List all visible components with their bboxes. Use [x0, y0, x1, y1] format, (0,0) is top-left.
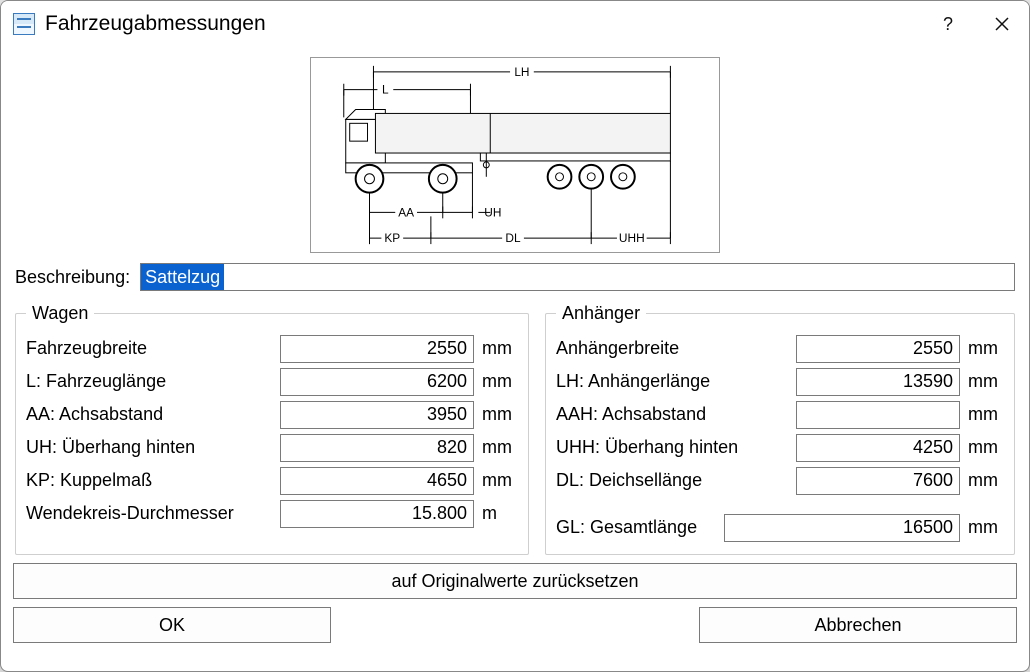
legend-anhaenger: Anhänger	[556, 303, 646, 324]
unit-aah: mm	[960, 404, 1004, 425]
unit-aa: mm	[474, 404, 518, 425]
description-label: Beschreibung:	[15, 267, 130, 288]
label-aah: AAH: Achsabstand	[556, 404, 796, 425]
button-row-spacer	[343, 607, 687, 643]
input-dl[interactable]	[796, 467, 960, 495]
svg-text:UHH: UHH	[619, 231, 645, 245]
label-aa: AA: Achsabstand	[26, 404, 280, 425]
group-anhaenger: Anhänger Anhängerbreite mm LH: Anhängerl…	[545, 303, 1015, 555]
svg-text:AA: AA	[398, 205, 414, 219]
diagram-row: LH LH L	[11, 53, 1019, 253]
cancel-button[interactable]: Abbrechen	[699, 607, 1017, 643]
input-anhaengerbreite[interactable]	[796, 335, 960, 363]
label-anhaengerbreite: Anhängerbreite	[556, 338, 796, 359]
label-gl: GL: Gesamtlänge	[556, 517, 724, 538]
input-uhh[interactable]	[796, 434, 960, 462]
unit-wendekreis: m	[474, 503, 518, 524]
description-input[interactable]	[140, 263, 1015, 291]
svg-text:L: L	[382, 83, 389, 97]
label-kp: KP: Kuppelmaß	[26, 470, 280, 491]
ok-button[interactable]: OK	[13, 607, 331, 643]
unit-uhh: mm	[960, 437, 1004, 458]
group-wagen: Wagen Fahrzeugbreite mm L: Fahrzeuglänge…	[15, 303, 529, 555]
app-icon	[13, 13, 35, 35]
description-row: Beschreibung: Sattelzug	[11, 257, 1019, 293]
input-wendekreis[interactable]	[280, 500, 474, 528]
unit-kp: mm	[474, 470, 518, 491]
label-uhh: UHH: Überhang hinten	[556, 437, 796, 458]
unit-gl: mm	[960, 517, 1004, 538]
label-fahrzeugbreite: Fahrzeugbreite	[26, 338, 280, 359]
help-button[interactable]: ?	[921, 5, 975, 43]
label-uh: UH: Überhang hinten	[26, 437, 280, 458]
close-button[interactable]	[975, 5, 1029, 43]
label-lh: LH: Anhängerlänge	[556, 371, 796, 392]
input-kp[interactable]	[280, 467, 474, 495]
svg-text:DL: DL	[505, 231, 521, 245]
vehicle-diagram: LH LH L	[310, 57, 720, 253]
label-wendekreis: Wendekreis-Durchmesser	[26, 503, 280, 524]
label-dl: DL: Deichsellänge	[556, 470, 796, 491]
reset-button[interactable]: auf Originalwerte zurücksetzen	[13, 563, 1017, 599]
svg-text:KP: KP	[384, 231, 400, 245]
unit-anhaengerbreite: mm	[960, 338, 1004, 359]
label-fahrzeuglaenge: L: Fahrzeuglänge	[26, 371, 280, 392]
svg-text:UH: UH	[484, 205, 501, 219]
input-gl[interactable]	[724, 514, 960, 542]
unit-fahrzeuglaenge: mm	[474, 371, 518, 392]
input-aah[interactable]	[796, 401, 960, 429]
window-title: Fahrzeugabmessungen	[45, 12, 921, 36]
input-fahrzeugbreite[interactable]	[280, 335, 474, 363]
input-fahrzeuglaenge[interactable]	[280, 368, 474, 396]
dialog-window: Fahrzeugabmessungen ? LH LH	[0, 0, 1030, 672]
dialog-content: LH LH L	[1, 47, 1029, 671]
unit-dl: mm	[960, 470, 1004, 491]
close-icon	[995, 17, 1009, 31]
unit-uh: mm	[474, 437, 518, 458]
svg-text:LH: LH	[514, 65, 529, 79]
unit-fahrzeugbreite: mm	[474, 338, 518, 359]
groups-row: Wagen Fahrzeugbreite mm L: Fahrzeuglänge…	[11, 297, 1019, 557]
legend-wagen: Wagen	[26, 303, 94, 324]
unit-lh: mm	[960, 371, 1004, 392]
titlebar: Fahrzeugabmessungen ?	[1, 1, 1029, 47]
input-aa[interactable]	[280, 401, 474, 429]
input-uh[interactable]	[280, 434, 474, 462]
input-lh[interactable]	[796, 368, 960, 396]
